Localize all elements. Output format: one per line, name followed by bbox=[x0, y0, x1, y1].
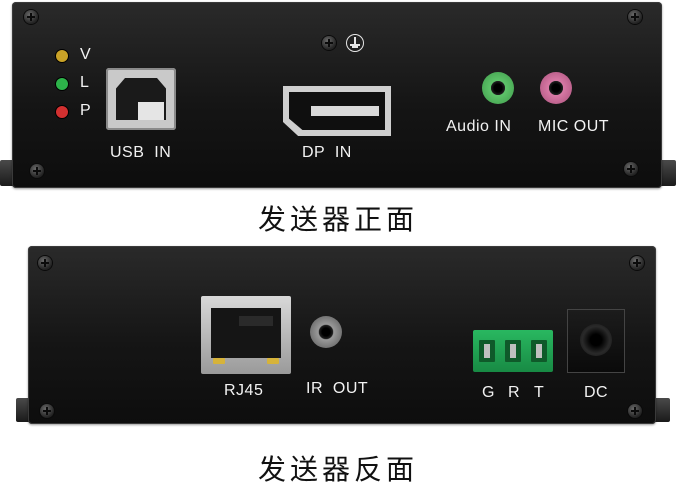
displayport-port[interactable] bbox=[283, 86, 391, 136]
rj45-port[interactable] bbox=[201, 296, 291, 374]
rj45-label: RJ45 bbox=[224, 382, 264, 399]
screw-icon bbox=[630, 256, 644, 270]
ir-out-label: IR OUT bbox=[306, 380, 369, 397]
led-v-label: V bbox=[80, 46, 92, 63]
terminal-label-r: R bbox=[508, 384, 521, 401]
back-caption: 发送器反面 bbox=[257, 453, 418, 486]
ground-symbol-icon bbox=[346, 34, 364, 52]
screw-icon bbox=[628, 10, 642, 24]
dc-power-jack[interactable] bbox=[568, 310, 624, 372]
led-l bbox=[56, 78, 68, 90]
terminal-label-g: G bbox=[482, 384, 495, 401]
screw-icon bbox=[30, 164, 44, 178]
screw-icon bbox=[40, 404, 54, 418]
dp-in-label: DP IN bbox=[302, 144, 352, 161]
audio-in-label: Audio IN bbox=[446, 118, 512, 135]
screw-icon bbox=[624, 162, 638, 176]
ir-out-jack[interactable] bbox=[310, 316, 342, 348]
dc-label: DC bbox=[584, 384, 609, 401]
screw-icon bbox=[628, 404, 642, 418]
screw-icon bbox=[322, 36, 336, 50]
usb-b-port[interactable] bbox=[106, 68, 176, 130]
led-p-label: P bbox=[80, 102, 92, 119]
mic-out-jack[interactable] bbox=[540, 72, 572, 104]
front-caption: 发送器正面 bbox=[257, 203, 418, 236]
led-p bbox=[56, 106, 68, 118]
screw-icon bbox=[38, 256, 52, 270]
rs232-terminal-block[interactable] bbox=[473, 330, 553, 372]
usb-in-label: USB IN bbox=[110, 144, 172, 161]
led-v bbox=[56, 50, 68, 62]
terminal-label-t: T bbox=[534, 384, 545, 401]
mic-out-label: MIC OUT bbox=[538, 118, 610, 135]
screw-icon bbox=[24, 10, 38, 24]
led-l-label: L bbox=[80, 74, 90, 91]
audio-in-jack[interactable] bbox=[482, 72, 514, 104]
